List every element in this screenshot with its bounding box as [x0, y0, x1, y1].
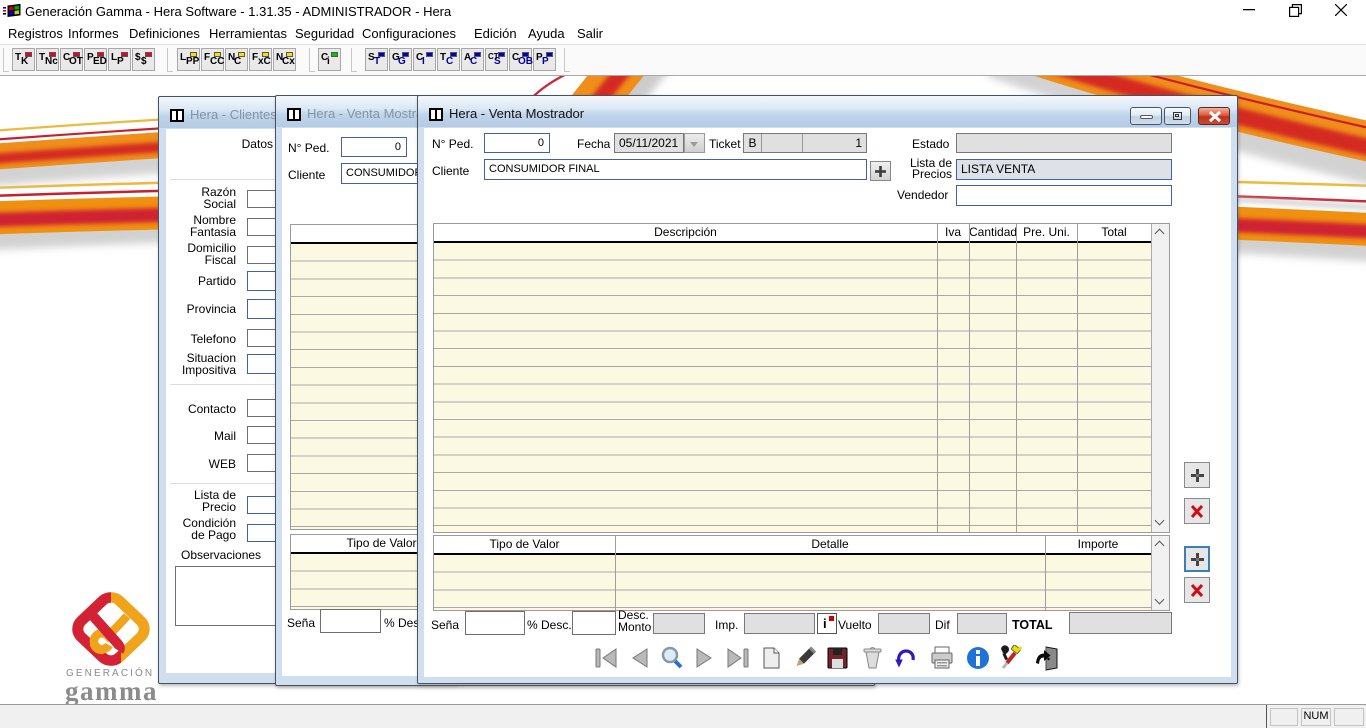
svg-text:gamma: gamma [65, 676, 158, 704]
